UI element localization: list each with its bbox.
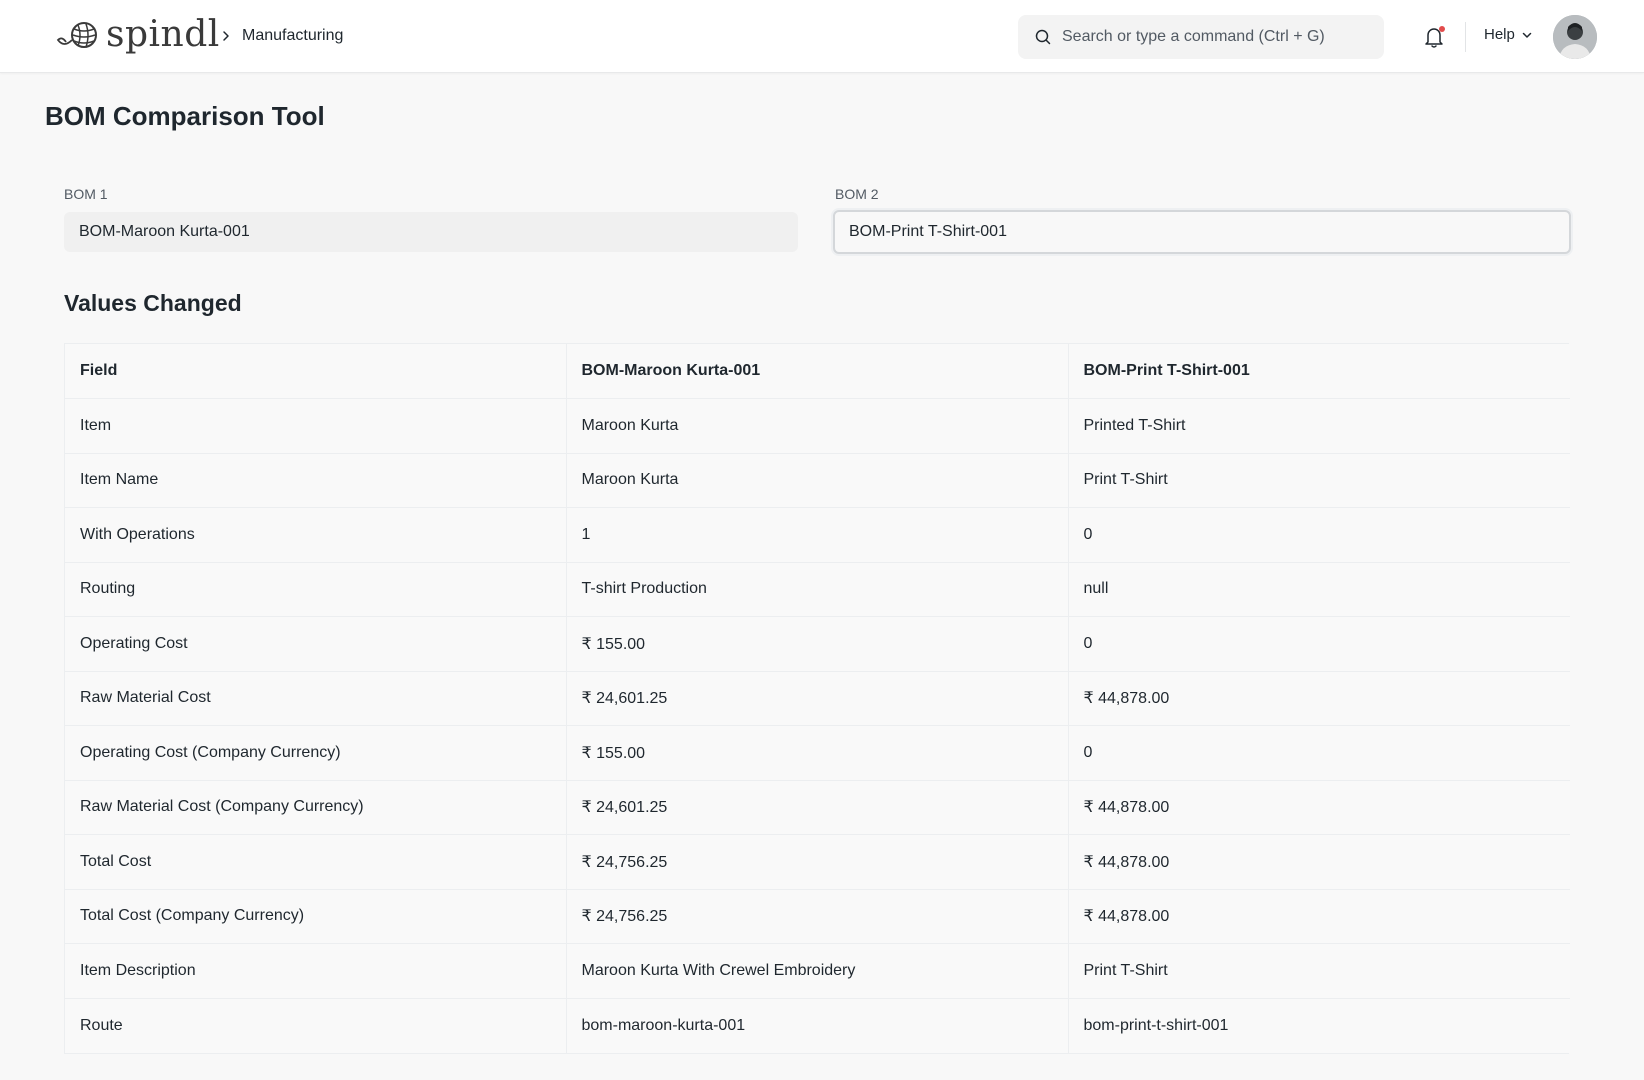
field-cell: Raw Material Cost (Company Currency) [65,780,567,835]
bom1-cell: ₹ 24,601.25 [566,780,1069,835]
bom1-cell: bom-maroon-kurta-001 [566,998,1069,1053]
bom1-cell: Maroon Kurta With Crewel Embroidery [566,943,1069,999]
bom2-cell: Printed T-Shirt [1068,398,1570,454]
search-bar[interactable] [1018,15,1384,59]
bom1-cell: ₹ 24,756.25 [566,834,1069,890]
header-field: Field [65,344,567,399]
table-header-row: Field BOM-Maroon Kurta-001 BOM-Print T-S… [65,344,1570,399]
table-row: Operating Cost (Company Currency) ₹ 155.… [65,725,1570,781]
table-row: Item Maroon Kurta Printed T-Shirt [65,398,1570,454]
brand-name: spindl [106,14,220,55]
table-row: Operating Cost ₹ 155.00 0 [65,616,1570,672]
bom2-cell: 0 [1068,616,1570,672]
table-row: Route bom-maroon-kurta-001 bom-print-t-s… [65,998,1570,1053]
field-cell: Total Cost (Company Currency) [65,889,567,944]
bom2-label: BOM 2 [835,186,879,202]
page-title: BOM Comparison Tool [45,101,325,131]
bom2-cell: Print T-Shirt [1068,943,1570,999]
table-row: Item Description Maroon Kurta With Crewe… [65,943,1570,999]
bom2-field[interactable] [833,210,1571,254]
bom2-cell: Print T-Shirt [1068,453,1570,508]
search-icon [1035,29,1051,45]
user-avatar-icon [1553,15,1597,59]
bom1-field[interactable] [64,212,798,252]
section-title: Values Changed [64,290,242,316]
field-cell: With Operations [65,507,567,563]
field-cell: Item Description [65,943,567,999]
field-cell: Raw Material Cost [65,671,567,726]
notification-dot [1439,26,1445,32]
field-cell: Operating Cost [65,616,567,672]
help-label: Help [1484,26,1515,43]
bom2-cell: 0 [1068,507,1570,563]
field-cell: Item [65,398,567,454]
comparison-table: Field BOM-Maroon Kurta-001 BOM-Print T-S… [64,343,1570,1054]
table-row: Routing T-shirt Production null [65,562,1570,617]
yarn-ball-logo-icon [56,22,97,48]
field-cell: Total Cost [65,834,567,890]
bom1-cell: T-shirt Production [566,562,1069,617]
bom1-cell: Maroon Kurta [566,398,1069,454]
bom1-cell: Maroon Kurta [566,453,1069,508]
bom2-cell: null [1068,562,1570,617]
field-cell: Operating Cost (Company Currency) [65,725,567,781]
field-cell: Route [65,998,567,1053]
table-row: Item Name Maroon Kurta Print T-Shirt [65,453,1570,508]
bom1-label: BOM 1 [64,186,108,202]
header-bom2: BOM-Print T-Shirt-001 [1068,344,1570,399]
bom2-cell: bom-print-t-shirt-001 [1068,998,1570,1053]
avatar[interactable] [1553,15,1597,59]
bom1-cell: ₹ 155.00 [566,616,1069,672]
field-cell: Item Name [65,453,567,508]
table-row: With Operations 1 0 [65,507,1570,563]
bom2-cell: ₹ 44,878.00 [1068,889,1570,944]
chevron-down-icon [1522,32,1532,38]
navbar: spindl Manufacturing Help [0,0,1644,73]
table-row: Raw Material Cost ₹ 24,601.25 ₹ 44,878.0… [65,671,1570,726]
bom2-cell: ₹ 44,878.00 [1068,834,1570,890]
help-dropdown[interactable]: Help [1484,26,1533,43]
bom1-cell: 1 [566,507,1069,563]
header-bom1: BOM-Maroon Kurta-001 [566,344,1069,399]
search-input[interactable] [1062,15,1372,59]
bom1-cell: ₹ 24,601.25 [566,671,1069,726]
table-row: Raw Material Cost (Company Currency) ₹ 2… [65,780,1570,835]
bom1-cell: ₹ 155.00 [566,725,1069,781]
table-row: Total Cost (Company Currency) ₹ 24,756.2… [65,889,1570,944]
bom1-cell: ₹ 24,756.25 [566,889,1069,944]
bom2-cell: ₹ 44,878.00 [1068,780,1570,835]
table-row: Total Cost ₹ 24,756.25 ₹ 44,878.00 [65,834,1570,890]
bom2-cell: 0 [1068,725,1570,781]
notifications-button[interactable] [1422,24,1446,50]
app-logo[interactable]: spindl [56,14,220,56]
breadcrumb-manufacturing[interactable]: Manufacturing [242,27,343,45]
divider [1465,22,1466,52]
chevron-right-icon [223,31,229,41]
field-cell: Routing [65,562,567,617]
bom2-cell: ₹ 44,878.00 [1068,671,1570,726]
